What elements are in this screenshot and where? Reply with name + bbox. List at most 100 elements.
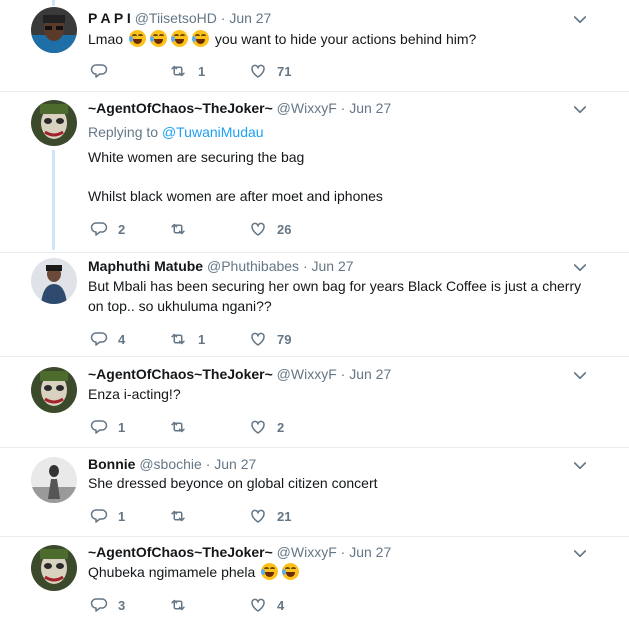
reply-icon	[90, 220, 108, 238]
face-with-tears-of-joy-emoji	[282, 563, 300, 580]
tweet-date[interactable]: Jun 27	[349, 366, 391, 382]
replying-to: Replying to @TuwaniMudau	[88, 124, 264, 140]
face-with-tears-of-joy-emoji	[170, 30, 188, 47]
display-name[interactable]: ~AgentOfChaos~TheJoker~	[88, 544, 273, 560]
like-button[interactable]: 2	[249, 417, 284, 437]
reply-button[interactable]: 1	[90, 506, 125, 526]
display-name[interactable]: P A P I	[88, 10, 131, 26]
avatar[interactable]	[31, 457, 77, 503]
separator-dot: ·	[340, 544, 346, 560]
reply-button[interactable]	[90, 61, 118, 81]
tweet-text-part: Qhubeka ngimamele phela	[88, 564, 256, 580]
like-count: 79	[277, 331, 292, 347]
reply-icon	[90, 418, 108, 436]
tweet-text-line-2: Whilst black women are after moet and ip…	[88, 188, 383, 204]
display-name[interactable]: Bonnie	[88, 456, 135, 472]
reply-count: 1	[118, 419, 126, 435]
separator-dot: ·	[220, 10, 226, 26]
heart-icon	[249, 596, 267, 614]
tweet-text: Lmao you want to hide your actions behin…	[88, 29, 588, 49]
like-button[interactable]: 4	[249, 595, 284, 615]
heart-icon	[249, 507, 267, 525]
tweet-text: She dressed beyonce on global citizen co…	[88, 475, 378, 491]
reply-icon	[90, 596, 108, 614]
user-handle[interactable]: @WixxyF	[277, 544, 337, 560]
caret-down-icon[interactable]	[571, 545, 589, 563]
heart-icon	[249, 418, 267, 436]
retweet-button[interactable]: 1	[168, 61, 205, 81]
like-button[interactable]: 21	[249, 506, 291, 526]
display-name[interactable]: Maphuthi Matube	[88, 258, 203, 274]
reply-button[interactable]: 4	[90, 329, 125, 349]
tweet-header: ~AgentOfChaos~TheJoker~ @WixxyF · Jun 27	[88, 544, 391, 560]
user-handle[interactable]: @sbochie	[139, 456, 201, 472]
reply-button[interactable]: 2	[90, 219, 125, 239]
tweet-actions: 1 21	[88, 506, 388, 526]
user-handle[interactable]: @WixxyF	[277, 366, 337, 382]
reply-count: 2	[118, 221, 126, 237]
tweet-2[interactable]: ~AgentOfChaos~TheJoker~ @WixxyF · Jun 27…	[0, 92, 629, 252]
retweet-button[interactable]: 1	[168, 329, 205, 349]
tweet-5[interactable]: Bonnie @sbochie · Jun 27 She dressed bey…	[0, 448, 629, 536]
caret-down-icon[interactable]	[571, 259, 589, 277]
display-name[interactable]: ~AgentOfChaos~TheJoker~	[88, 100, 273, 116]
tweet-text-part: Lmao	[88, 31, 124, 47]
avatar[interactable]	[31, 100, 77, 146]
tweet-date[interactable]: Jun 27	[349, 100, 391, 116]
retweet-icon	[168, 220, 188, 238]
like-count: 4	[277, 597, 285, 613]
reply-button[interactable]: 3	[90, 595, 125, 615]
avatar[interactable]	[31, 545, 77, 591]
replying-to-handle[interactable]: @TuwaniMudau	[162, 124, 264, 140]
face-with-tears-of-joy-emoji	[261, 563, 279, 580]
tweet-4[interactable]: ~AgentOfChaos~TheJoker~ @WixxyF · Jun 27…	[0, 357, 629, 447]
reply-count: 4	[118, 331, 126, 347]
user-handle[interactable]: @TiisetsoHD	[135, 10, 217, 26]
tweet-date[interactable]: Jun 27	[214, 456, 256, 472]
tweet-text-line-1: White women are securing the bag	[88, 149, 305, 165]
retweet-button[interactable]	[168, 417, 198, 437]
avatar[interactable]	[31, 7, 77, 53]
retweet-button[interactable]	[168, 595, 198, 615]
tweet-1[interactable]: P A P I @TiisetsoHD · Jun 27 Lmao you wa…	[0, 0, 629, 91]
tweet-header: ~AgentOfChaos~TheJoker~ @WixxyF · Jun 27	[88, 100, 391, 116]
separator-dot: ·	[302, 258, 308, 274]
user-handle[interactable]: @Phuthibabes	[207, 258, 299, 274]
tweet-text: Enza i-acting!?	[88, 386, 181, 402]
tweet-header: P A P I @TiisetsoHD · Jun 27	[88, 10, 271, 26]
avatar[interactable]	[31, 367, 77, 413]
tweet-3[interactable]: Maphuthi Matube @Phuthibabes · Jun 27 Bu…	[0, 253, 629, 356]
tweet-header: ~AgentOfChaos~TheJoker~ @WixxyF · Jun 27	[88, 366, 391, 382]
retweet-icon	[168, 507, 188, 525]
reply-icon	[90, 507, 108, 525]
reply-icon	[90, 330, 108, 348]
face-with-tears-of-joy-emoji	[149, 30, 167, 47]
like-button[interactable]: 71	[249, 61, 291, 81]
caret-down-icon[interactable]	[571, 11, 589, 29]
tweet-date[interactable]: Jun 27	[349, 544, 391, 560]
tweet-6[interactable]: ~AgentOfChaos~TheJoker~ @WixxyF · Jun 27…	[0, 537, 629, 621]
caret-down-icon[interactable]	[571, 367, 589, 385]
tweet-actions: 1 2	[88, 417, 388, 437]
retweet-count: 1	[198, 331, 206, 347]
avatar[interactable]	[31, 258, 77, 304]
tweet-date[interactable]: Jun 27	[312, 258, 354, 274]
like-count: 21	[277, 508, 292, 524]
like-button[interactable]: 26	[249, 219, 291, 239]
tweet-date[interactable]: Jun 27	[229, 10, 271, 26]
tweet-text: But Mbali has been securing her own bag …	[88, 278, 582, 314]
reply-button[interactable]: 1	[90, 417, 125, 437]
tweet-actions: 4 1 79	[88, 329, 388, 349]
display-name[interactable]: ~AgentOfChaos~TheJoker~	[88, 366, 273, 382]
user-handle[interactable]: @WixxyF	[277, 100, 337, 116]
retweet-icon	[168, 330, 188, 348]
caret-down-icon[interactable]	[571, 101, 589, 119]
heart-icon	[249, 62, 267, 80]
like-count: 71	[277, 63, 292, 79]
like-button[interactable]: 79	[249, 329, 291, 349]
separator-dot: ·	[340, 366, 346, 382]
retweet-button[interactable]	[168, 219, 198, 239]
retweet-count: 1	[198, 63, 206, 79]
tweet-header: Bonnie @sbochie · Jun 27	[88, 456, 256, 472]
retweet-button[interactable]	[168, 506, 198, 526]
